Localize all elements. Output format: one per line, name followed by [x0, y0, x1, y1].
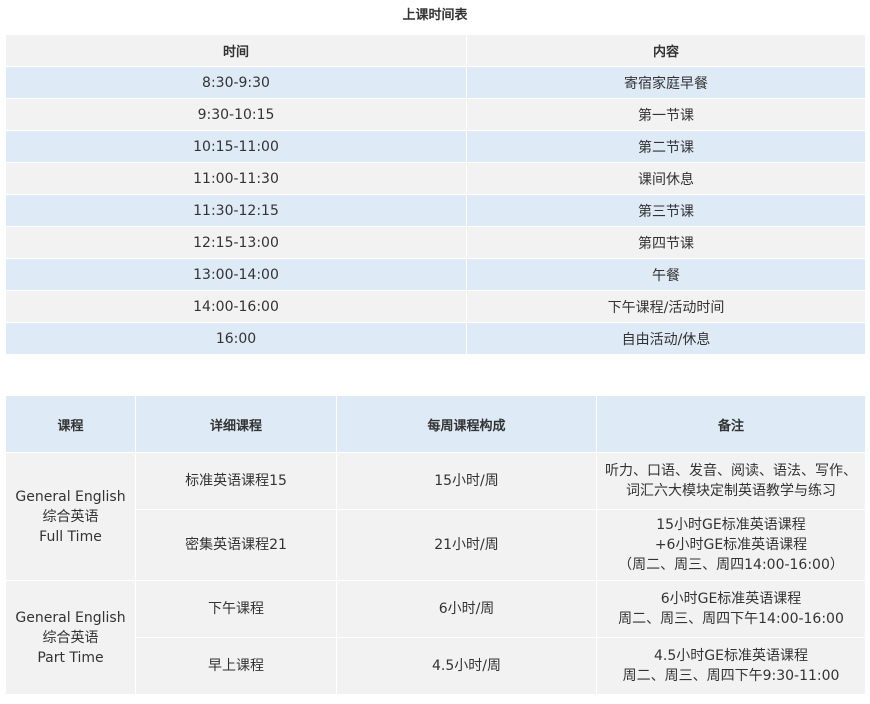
notes-cell: 4.5小时GE标准英语课程 周二、周三、周四下午9:30-11:00 [596, 637, 866, 695]
course-name-zh: 综合英语 [42, 629, 99, 646]
note-line: 6小时GE标准英语课程 [660, 591, 802, 607]
page: 上课时间表 时间 内容 8:30-9:30 寄宿家庭早餐 9:30-10:15 … [0, 0, 870, 704]
content-cell: 第四节课 [466, 226, 866, 259]
hours-cell: 21小时/周 [336, 509, 597, 581]
note-line: 周二、周三、周四下午9:30-11:00 [622, 668, 840, 684]
time-cell: 14:00-16:00 [5, 290, 467, 323]
detail-cell: 下午课程 [135, 580, 337, 638]
header-weekly-hours: 每周课程构成 [336, 395, 597, 453]
content-cell: 第二节课 [466, 130, 866, 163]
course-name-zh: 综合英语 [42, 508, 99, 525]
detail-cell: 标准英语课程15 [135, 452, 337, 510]
hours-cell: 6小时/周 [336, 580, 597, 638]
note-line: 周二、周三、周四下午14:00-16:00 [618, 611, 844, 627]
table-row: 10:15-11:00 第二节课 [5, 130, 866, 163]
time-cell: 11:30-12:15 [5, 194, 467, 227]
content-cell: 自由活动/休息 [466, 322, 866, 355]
note-line: +6小时GE标准英语课程 [654, 537, 808, 553]
content-cell: 寄宿家庭早餐 [466, 66, 866, 99]
time-cell: 9:30-10:15 [5, 98, 467, 131]
time-cell: 13:00-14:00 [5, 258, 467, 291]
header-content: 内容 [466, 34, 866, 67]
courses-header-row: 课程 详细课程 每周课程构成 备注 [5, 395, 866, 453]
schedule-header-row: 时间 内容 [5, 34, 866, 67]
header-detail: 详细课程 [135, 395, 337, 453]
schedule-title: 上课时间表 [402, 8, 468, 23]
hours-cell: 15小时/周 [336, 452, 597, 510]
content-cell: 下午课程/活动时间 [466, 290, 866, 323]
header-notes: 备注 [596, 395, 866, 453]
time-cell: 16:00 [5, 322, 467, 355]
notes-cell: 6小时GE标准英语课程 周二、周三、周四下午14:00-16:00 [596, 580, 866, 638]
course-type: Full Time [39, 528, 102, 545]
note-line: 4.5小时GE标准英语课程 [654, 648, 808, 664]
table-row: General English 综合英语 Part Time 下午课程 6小时/… [5, 580, 866, 695]
table-row: 11:30-12:15 第三节课 [5, 194, 866, 227]
note-line: （周二、周三、周四14:00-16:00） [618, 557, 844, 573]
table-row: 8:30-9:30 寄宿家庭早餐 [5, 66, 866, 99]
hours-cell: 4.5小时/周 [336, 637, 597, 695]
content-cell: 第三节课 [466, 194, 866, 227]
table-row: 14:00-16:00 下午课程/活动时间 [5, 290, 866, 323]
time-cell: 8:30-9:30 [5, 66, 467, 99]
content-cell: 第一节课 [466, 98, 866, 131]
header-time: 时间 [5, 34, 467, 67]
table-row: General English 综合英语 Full Time 标准英语课程15 … [5, 452, 866, 581]
detail-cell: 密集英语课程21 [135, 509, 337, 581]
content-cell: 午餐 [466, 258, 866, 291]
courses-table: 课程 详细课程 每周课程构成 备注 General English 综合英语 F… [5, 395, 866, 695]
table-row: 16:00 自由活动/休息 [5, 322, 866, 355]
time-cell: 12:15-13:00 [5, 226, 467, 259]
table-row: 9:30-10:15 第一节课 [5, 98, 866, 131]
course-group-part-time: General English 综合英语 Part Time [5, 580, 136, 695]
note-line: 15小时GE标准英语课程 [656, 517, 806, 533]
content-cell: 课间休息 [466, 162, 866, 195]
table-row: 11:00-11:30 课间休息 [5, 162, 866, 195]
time-cell: 10:15-11:00 [5, 130, 467, 163]
course-name-en: General English [15, 609, 126, 626]
detail-cell: 早上课程 [135, 637, 337, 695]
header-course: 课程 [5, 395, 136, 453]
note-line: 词汇六大模块定制英语教学与练习 [626, 483, 836, 499]
notes-cell: 15小时GE标准英语课程 +6小时GE标准英语课程 （周二、周三、周四14:00… [596, 509, 866, 581]
note-line: 听力、口语、发音、阅读、语法、写作、 [605, 463, 857, 479]
table-row: 13:00-14:00 午餐 [5, 258, 866, 291]
schedule-table: 时间 内容 8:30-9:30 寄宿家庭早餐 9:30-10:15 第一节课 1… [5, 34, 866, 355]
course-group-full-time: General English 综合英语 Full Time [5, 452, 136, 581]
notes-cell: 听力、口语、发音、阅读、语法、写作、 词汇六大模块定制英语教学与练习 [596, 452, 866, 510]
table-row: 12:15-13:00 第四节课 [5, 226, 866, 259]
course-type: Part Time [37, 649, 104, 666]
course-name-en: General English [15, 488, 126, 505]
time-cell: 11:00-11:30 [5, 162, 467, 195]
